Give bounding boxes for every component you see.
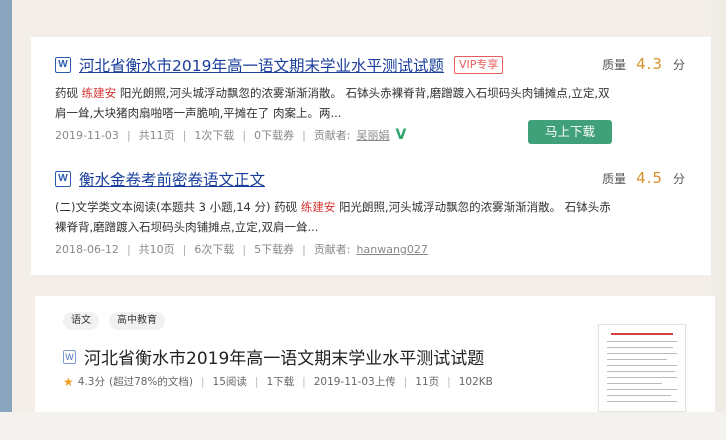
coupon-cost: 5下载券 (254, 243, 295, 256)
search-results-card: W 河北省衡水市2019年高一语文期末学业水平测试试题 VIP专享 质量 4.3… (31, 37, 711, 275)
upload-date: 2019-11-03上传 (313, 376, 396, 388)
download-now-button[interactable]: 马上下载 (528, 120, 612, 144)
quality-rating: 质量 4.3 分 (602, 55, 685, 73)
detail-title[interactable]: 河北省衡水市2019年高一语文期末学业水平测试试题 (84, 344, 484, 369)
file-size: 102KB (458, 375, 493, 388)
detail-stats: ★ 4.3分 (超过78%的文档) | 15阅读 | 1下载 | 2019-11… (63, 374, 493, 389)
left-strip (0, 0, 12, 412)
result-snippet: 药砚 练建安 阳光朗照,河头城浮动飘忽的浓雾渐渐消散。 石钵头赤裸脊背,磨蹭踱入… (55, 83, 615, 123)
result-title-link[interactable]: 河北省衡水市2019年高一语文期末学业水平测试试题 (79, 54, 444, 76)
snippet-text: 阳光朗照,河头城浮动飘忽的浓雾渐渐消散。 石钵头赤裸脊背,磨蹭踱入石坝码头肉铺摊… (55, 86, 610, 120)
tag-list: 语文 高中教育 (63, 312, 165, 330)
page-count: 11页 (415, 376, 440, 388)
document-thumbnail[interactable] (598, 324, 686, 412)
result-title-link[interactable]: 衡水金卷考前密卷语文正文 (79, 168, 265, 190)
page-count: 共11页 (138, 129, 175, 142)
upload-date: 2019-11-03 (55, 128, 119, 142)
snippet-text: 药砚 (55, 86, 78, 100)
snippet-highlight: 练建安 (300, 200, 336, 214)
rating-note: (超过78%的文档) (108, 376, 193, 388)
coupon-cost: 0下载券 (254, 129, 295, 142)
quality-unit: 分 (672, 58, 685, 72)
contributor-label: 贡献者: (313, 129, 351, 142)
contributor-label: 贡献者: (313, 243, 351, 256)
quality-score: 4.5 (636, 169, 663, 187)
tag-chinese[interactable]: 语文 (63, 312, 99, 330)
star-icon: ★ (63, 374, 74, 389)
download-count: 6次下载 (194, 243, 235, 256)
page-count: 共10页 (138, 243, 175, 256)
result-snippet: (二)文学类文本阅读(本题共 3 小题,14 分) 药砚 练建安 阳光朗照,河头… (55, 197, 615, 237)
rating-value: 4.3分 (77, 376, 105, 388)
vip-badge: VIP专享 (453, 56, 504, 74)
tag-high-school[interactable]: 高中教育 (109, 312, 165, 330)
quality-unit: 分 (672, 172, 685, 186)
quality-rating: 质量 4.5 分 (602, 169, 685, 187)
snippet-text: (二)文学类文本阅读(本题共 3 小题,14 分) 药砚 (55, 200, 298, 214)
snippet-highlight: 练建安 (81, 86, 117, 100)
contributor-link[interactable]: 吴丽娟 (357, 127, 390, 143)
verified-check-icon: V (395, 127, 407, 143)
document-detail-card: 语文 高中教育 W 河北省衡水市2019年高一语文期末学业水平测试试题 ★ 4.… (35, 296, 715, 412)
word-doc-icon: W (55, 57, 71, 73)
detail-title-row: W 河北省衡水市2019年高一语文期末学业水平测试试题 (63, 344, 484, 369)
download-count: 1下载 (266, 376, 295, 388)
upload-date: 2018-06-12 (55, 242, 119, 256)
contributor-link[interactable]: hanwang027 (357, 243, 428, 256)
search-result: W 衡水金卷考前密卷语文正文 质量 4.5 分 (二)文学类文本阅读(本题共 3… (55, 167, 685, 257)
read-count: 15阅读 (212, 376, 247, 388)
quality-score: 4.3 (636, 55, 663, 73)
quality-label: 质量 (602, 58, 627, 72)
result-meta: 2018-06-12 | 共10页 | 6次下载 | 5下载券 | 贡献者: h… (55, 242, 428, 257)
download-count: 1次下载 (194, 129, 235, 142)
bottom-strip (0, 412, 726, 440)
word-doc-icon: W (63, 349, 76, 364)
quality-label: 质量 (602, 172, 627, 186)
word-doc-icon: W (55, 171, 71, 187)
